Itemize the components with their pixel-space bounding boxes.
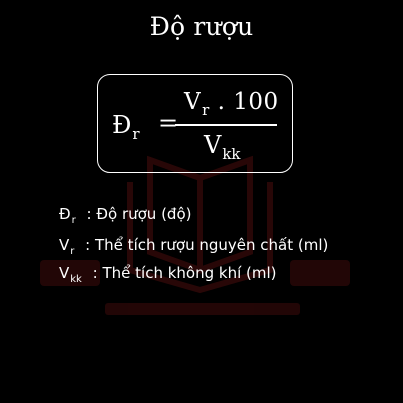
formula-lhs: Đr bbox=[112, 111, 140, 143]
legend-subscript: r bbox=[70, 246, 75, 257]
legend-item-degree: Đr : Độ rượu (độ) bbox=[59, 205, 192, 226]
legend-symbol: V bbox=[59, 264, 70, 282]
fraction-denominator: Vkk bbox=[204, 131, 241, 163]
legend-colon: : bbox=[85, 236, 91, 254]
legend-symbol: V bbox=[59, 236, 70, 254]
lhs-symbol: Đ bbox=[112, 111, 132, 139]
legend-subscript: kk bbox=[70, 274, 82, 285]
page-title: Độ rượu bbox=[149, 12, 254, 41]
num-symbol: V bbox=[184, 89, 202, 115]
legend-symbol: Đ bbox=[59, 205, 71, 223]
lhs-subscript: r bbox=[132, 125, 140, 143]
legend-text: Thể tích không khí (ml) bbox=[102, 264, 277, 282]
den-subscript: kk bbox=[222, 145, 241, 163]
num-rest: . 100 bbox=[217, 89, 279, 115]
fraction-numerator: Vr . 100 bbox=[184, 89, 279, 119]
legend-item-air-volume: Vkk : Thể tích không khí (ml) bbox=[59, 264, 277, 285]
legend-colon: : bbox=[92, 264, 98, 282]
formula-box: Đr = Vr . 100 Vkk bbox=[97, 74, 293, 173]
equals-sign: = bbox=[158, 109, 179, 137]
legend-text: Thể tích rượu nguyên chất (ml) bbox=[95, 236, 329, 254]
fraction-bar bbox=[175, 124, 277, 126]
num-subscript: r bbox=[202, 101, 210, 119]
legend-colon: : bbox=[86, 205, 92, 223]
den-symbol: V bbox=[204, 131, 222, 159]
legend-subscript: r bbox=[71, 215, 76, 226]
legend-text: Độ rượu (độ) bbox=[96, 205, 192, 223]
legend-item-pure-volume: Vr : Thể tích rượu nguyên chất (ml) bbox=[59, 236, 329, 257]
